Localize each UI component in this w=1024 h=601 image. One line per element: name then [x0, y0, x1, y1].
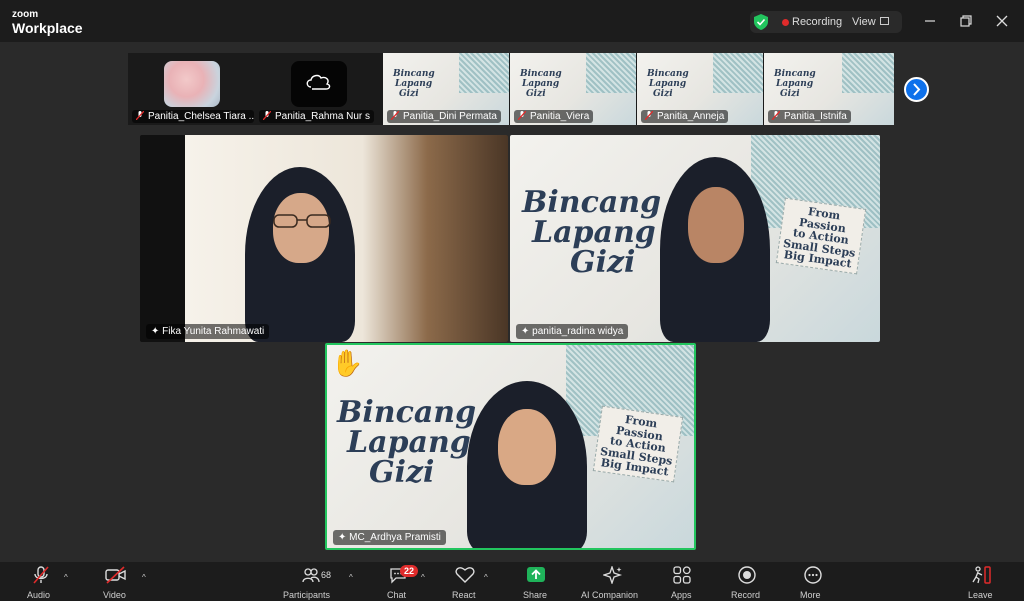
react-options-caret-icon[interactable]: ^	[484, 573, 488, 582]
participant-thumbnail[interactable]: Panitia_Chelsea Tiara ...	[128, 53, 255, 125]
avatar	[291, 61, 347, 107]
raised-hand-icon: ✋	[331, 348, 364, 378]
participant-name: panitia_radina widya	[532, 326, 624, 337]
muted-mic-icon	[33, 566, 49, 584]
security-shield-icon[interactable]	[754, 14, 768, 30]
minimize-icon[interactable]	[922, 13, 938, 29]
video-tile-ardhya-active-speaker[interactable]: Bincang Lapang Gizi From Passion to Actio…	[325, 343, 696, 550]
zoom-logo: zoom Workplace	[12, 9, 83, 36]
recording-dot-icon	[782, 19, 789, 26]
sparkle-icon	[603, 566, 623, 584]
restore-icon[interactable]	[958, 13, 974, 29]
audio-button[interactable]: Audio	[27, 566, 55, 600]
react-button[interactable]: React	[452, 566, 478, 600]
participant-thumbnail[interactable]: Bincang Lapang Gizi Panitia_Viera	[510, 53, 636, 125]
participant-thumbnail[interactable]: Bincang Lapang Gizi Panitia_Dini Permata	[383, 53, 509, 125]
audio-options-caret-icon[interactable]: ^	[64, 573, 68, 582]
pin-icon: ✦	[338, 532, 350, 543]
leave-button[interactable]: Leave	[968, 566, 994, 600]
view-grid-icon[interactable]	[880, 17, 889, 25]
video-options-caret-icon[interactable]: ^	[142, 573, 146, 582]
record-icon	[738, 566, 756, 584]
banner-title-line3: Gizi	[369, 455, 435, 490]
record-button[interactable]: Record	[731, 566, 763, 600]
avatar	[164, 61, 220, 107]
more-icon	[804, 566, 822, 584]
participants-count: 68	[321, 570, 332, 580]
pin-icon: ✦	[521, 326, 533, 337]
video-tile-radina[interactable]: Bincang Lapang Gizi From Passion to Actio…	[510, 135, 880, 342]
participants-icon	[302, 568, 320, 583]
participant-name: Panitia_Istnifa	[784, 111, 847, 122]
heart-icon	[455, 567, 475, 583]
participant-name: Panitia_Dini Permata	[403, 111, 497, 122]
participant-name: Panitia_Chelsea Tiara ...	[148, 111, 254, 122]
participant-thumbnail[interactable]: Bincang Lapang Gizi Panitia_Anneja	[637, 53, 763, 125]
participant-name: Panitia_Anneja	[657, 111, 725, 122]
participant-name: MC_Ardhya Pramisti	[349, 532, 441, 543]
muted-mic-icon	[263, 111, 271, 120]
muted-mic-icon	[772, 111, 780, 120]
participant-thumbnail[interactable]: Panitia_Rahma Nur s	[255, 53, 382, 125]
participant-name: Panitia_Viera	[530, 111, 590, 122]
participant-name: Fika Yunita Rahmawati	[162, 326, 265, 337]
participants-options-caret-icon[interactable]: ^	[349, 573, 353, 582]
muted-mic-icon	[391, 111, 399, 120]
participant-name: Panitia_Rahma Nur s	[275, 111, 371, 122]
close-icon[interactable]	[994, 13, 1010, 29]
chat-unread-badge: 22	[400, 565, 419, 577]
apps-icon	[673, 566, 691, 584]
banner-title-line3: Gizi	[570, 245, 636, 280]
muted-mic-icon	[518, 111, 526, 120]
banner-tagline-card: From Passion to Action Small Steps Big Impa…	[592, 405, 684, 483]
cloud-icon	[306, 74, 331, 90]
banner-tagline-card: From Passion to Action Small Steps Big Impa…	[775, 197, 867, 275]
recording-label: Recording	[792, 16, 843, 28]
muted-mic-icon	[645, 111, 653, 120]
meeting-toolbar	[0, 562, 1024, 601]
next-page-button[interactable]	[904, 77, 929, 102]
video-tile-fika[interactable]: ✦ Fika Yunita Rahmawati	[140, 135, 508, 342]
share-screen-icon	[527, 567, 545, 582]
view-button[interactable]: View	[852, 16, 876, 28]
more-button[interactable]: More	[800, 566, 826, 600]
video-button[interactable]: Video	[103, 566, 129, 600]
participant-thumbnail[interactable]: Bincang Lapang Gizi Panitia_Istnifa	[764, 53, 894, 125]
muted-mic-icon	[136, 111, 144, 120]
glasses-icon	[273, 214, 331, 228]
participants-button[interactable]: 68 Participants	[283, 566, 339, 600]
pin-icon: ✦	[151, 326, 163, 337]
apps-button[interactable]: Apps	[671, 566, 693, 600]
title-bar: zoom Workplace Recording View	[0, 0, 1024, 42]
ai-companion-button[interactable]: AI Companion	[581, 566, 645, 600]
chevron-right-icon	[913, 83, 921, 96]
leave-icon	[972, 566, 991, 584]
chat-options-caret-icon[interactable]: ^	[421, 573, 425, 582]
share-button[interactable]: Share	[523, 566, 549, 600]
video-off-icon	[105, 566, 126, 584]
